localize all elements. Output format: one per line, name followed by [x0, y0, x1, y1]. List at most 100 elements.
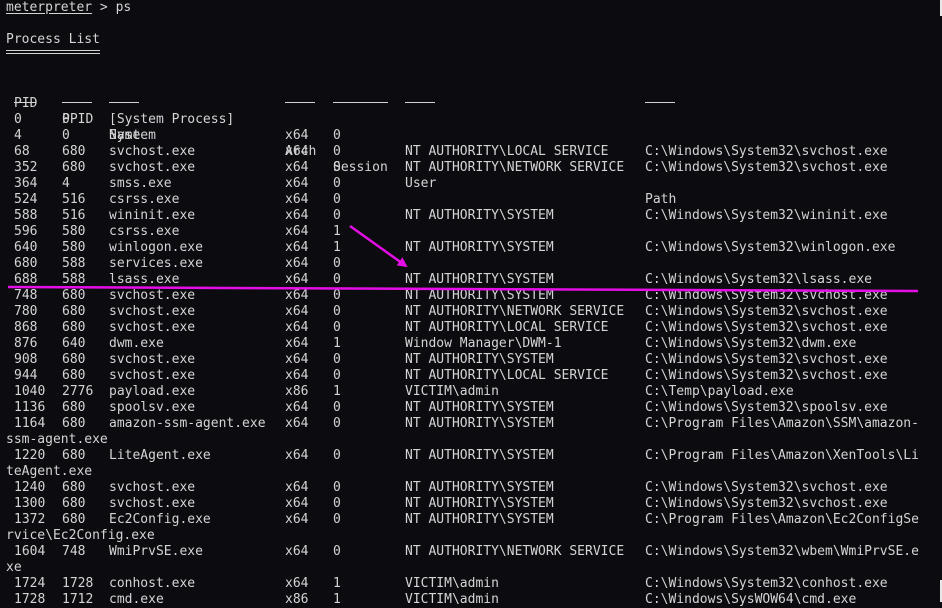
cell-path: C:\Windows\System32\lsass.exe — [645, 272, 872, 287]
cell-path: C:\Windows\System32\svchost.exe — [645, 160, 888, 175]
cell-name: Ec2Config.exe — [109, 512, 211, 527]
path-continuation: teAgent.exe — [6, 464, 93, 479]
cell-user: NT AUTHORITY\LOCAL SERVICE — [405, 320, 609, 335]
cell-user: NT AUTHORITY\SYSTEM — [405, 352, 554, 367]
cell-name: cmd.exe — [109, 592, 164, 607]
table-row: 1040 2776 payload.exe x86 1 VICTIM\admin C:\Te… — [0, 384, 942, 400]
cell-path: C:\Windows\System32\svchost.exe — [645, 480, 888, 495]
cell-name: spoolsv.exe — [109, 400, 196, 415]
cell-arch: x64 — [285, 480, 309, 495]
cell-name: svchost.exe — [109, 368, 196, 383]
table-row: 748 680 svchost.exe x64 0 NT AUTHORITY\SYSTEM… — [0, 288, 942, 304]
table-header: PID PPID Name Arch Session User Path — [0, 80, 942, 207]
cell-path: C:\Windows\System32\dwm.exe — [645, 336, 857, 351]
cell-session: 0 — [333, 480, 341, 495]
cell-ppid: 1712 — [62, 592, 94, 607]
cell-user: NT AUTHORITY\SYSTEM — [405, 496, 554, 511]
cell-name: [System Process] — [109, 112, 235, 127]
header-pid: PID — [14, 96, 38, 111]
cell-ppid: 680 — [62, 288, 86, 303]
cell-path: C:\Program Files\Amazon\Ec2ConfigSe — [645, 512, 919, 527]
cell-arch: x64 — [285, 352, 309, 367]
cell-session: 1 — [333, 224, 341, 239]
cell-pid: 352 — [14, 160, 38, 175]
cell-path: C:\Windows\System32\wininit.exe — [645, 208, 888, 223]
cell-arch: x64 — [285, 160, 309, 175]
cell-session: 0 — [333, 144, 341, 159]
prompt-command: ps — [115, 0, 132, 15]
cell-session: 0 — [333, 304, 341, 319]
cell-pid: 4 — [14, 128, 22, 143]
cell-path: C:\Windows\System32\svchost.exe — [645, 144, 888, 159]
table-row: 1300 680 svchost.exe x64 0 NT AUTHORITY\SYSTE… — [0, 496, 942, 512]
cell-ppid: 680 — [62, 144, 86, 159]
cell-pid: 68 — [14, 144, 30, 159]
cell-user: NT AUTHORITY\SYSTEM — [405, 416, 554, 431]
cell-ppid: 680 — [62, 368, 86, 383]
cell-user: VICTIM\admin — [405, 384, 499, 399]
cell-session: 1 — [333, 576, 341, 591]
table-row: 1604 748 WmiPrvSE.exe x64 0 NT AUTHORITY\NETW… — [0, 544, 942, 560]
cell-ppid: 680 — [62, 416, 86, 431]
cell-arch: x64 — [285, 544, 309, 559]
prompt-separator: > — [92, 0, 116, 15]
cell-session: 1 — [333, 592, 341, 607]
cell-ppid: 640 — [62, 336, 86, 351]
table-row: 1220 680 LiteAgent.exe x64 0 NT AUTHORITY\SYS… — [0, 448, 942, 464]
table-row: 780 680 svchost.exe x64 0 NT AUTHORITY\NETWOR… — [0, 304, 942, 320]
cell-session: 0 — [333, 416, 341, 431]
title-underline — [6, 50, 100, 54]
cell-path: C:\Windows\System32\conhost.exe — [645, 576, 888, 591]
table-row: 588 516 wininit.exe x64 0 NT AUTHORITY\SYSTEM… — [0, 208, 942, 224]
cell-session: 1 — [333, 336, 341, 351]
cell-session: 0 — [333, 160, 341, 175]
table-row: 364 4 smss.exe x64 0 — [0, 176, 942, 192]
cell-path: C:\Windows\SysWOW64\cmd.exe — [645, 592, 857, 607]
table-row: 0 0 [System Process] — [0, 112, 942, 128]
cell-arch: x64 — [285, 512, 309, 527]
cell-name: smss.exe — [109, 176, 172, 191]
cell-pid: 1300 — [14, 496, 46, 511]
path-continuation: ssm-agent.exe — [6, 432, 108, 447]
cell-user: NT AUTHORITY\SYSTEM — [405, 400, 554, 415]
table-row: 876 640 dwm.exe x64 1 Window Manager\DWM-1 C:\… — [0, 336, 942, 352]
cell-pid: 944 — [14, 368, 38, 383]
cell-pid: 908 — [14, 352, 38, 367]
cell-session: 0 — [333, 512, 341, 527]
terminal-window[interactable]: meterpreter > ps Process List PID PPID N… — [0, 0, 942, 607]
cell-session: 0 — [333, 368, 341, 383]
table-row: 944 680 svchost.exe x64 0 NT AUTHORITY\LOCAL … — [0, 368, 942, 384]
cell-name: svchost.exe — [109, 352, 196, 367]
cell-session: 0 — [333, 320, 341, 335]
cell-user: NT AUTHORITY\LOCAL SERVICE — [405, 144, 609, 159]
cell-pid: 876 — [14, 336, 38, 351]
cell-path: C:\Windows\System32\svchost.exe — [645, 352, 888, 367]
table-row: 596 580 csrss.exe x64 1 — [0, 224, 942, 240]
cell-user: NT AUTHORITY\SYSTEM — [405, 448, 554, 463]
cell-arch: x64 — [285, 336, 309, 351]
cell-ppid: 516 — [62, 192, 86, 207]
cell-arch: x64 — [285, 208, 309, 223]
cell-arch: x64 — [285, 304, 309, 319]
cell-user: NT AUTHORITY\NETWORK SERVICE — [405, 304, 625, 319]
cell-name: services.exe — [109, 256, 203, 271]
cell-pid: 780 — [14, 304, 38, 319]
cell-name: lsass.exe — [109, 272, 180, 287]
cell-path: C:\Windows\System32\svchost.exe — [645, 304, 888, 319]
cell-arch: x64 — [285, 416, 309, 431]
cell-name: svchost.exe — [109, 320, 196, 335]
cell-name: winlogon.exe — [109, 240, 203, 255]
cell-session: 0 — [333, 352, 341, 367]
table-row: 868 680 svchost.exe x64 0 NT AUTHORITY\LOCAL … — [0, 320, 942, 336]
cell-pid: 640 — [14, 240, 38, 255]
cell-pid: 868 — [14, 320, 38, 335]
cell-user: NT AUTHORITY\NETWORK SERVICE — [405, 160, 625, 175]
cell-name: payload.exe — [109, 384, 196, 399]
cell-ppid: 580 — [62, 224, 86, 239]
cell-ppid: 580 — [62, 240, 86, 255]
cell-ppid: 680 — [62, 304, 86, 319]
cell-arch: x64 — [285, 192, 309, 207]
cell-pid: 1136 — [14, 400, 46, 415]
cell-user: NT AUTHORITY\LOCAL SERVICE — [405, 368, 609, 383]
cell-pid: 524 — [14, 192, 38, 207]
